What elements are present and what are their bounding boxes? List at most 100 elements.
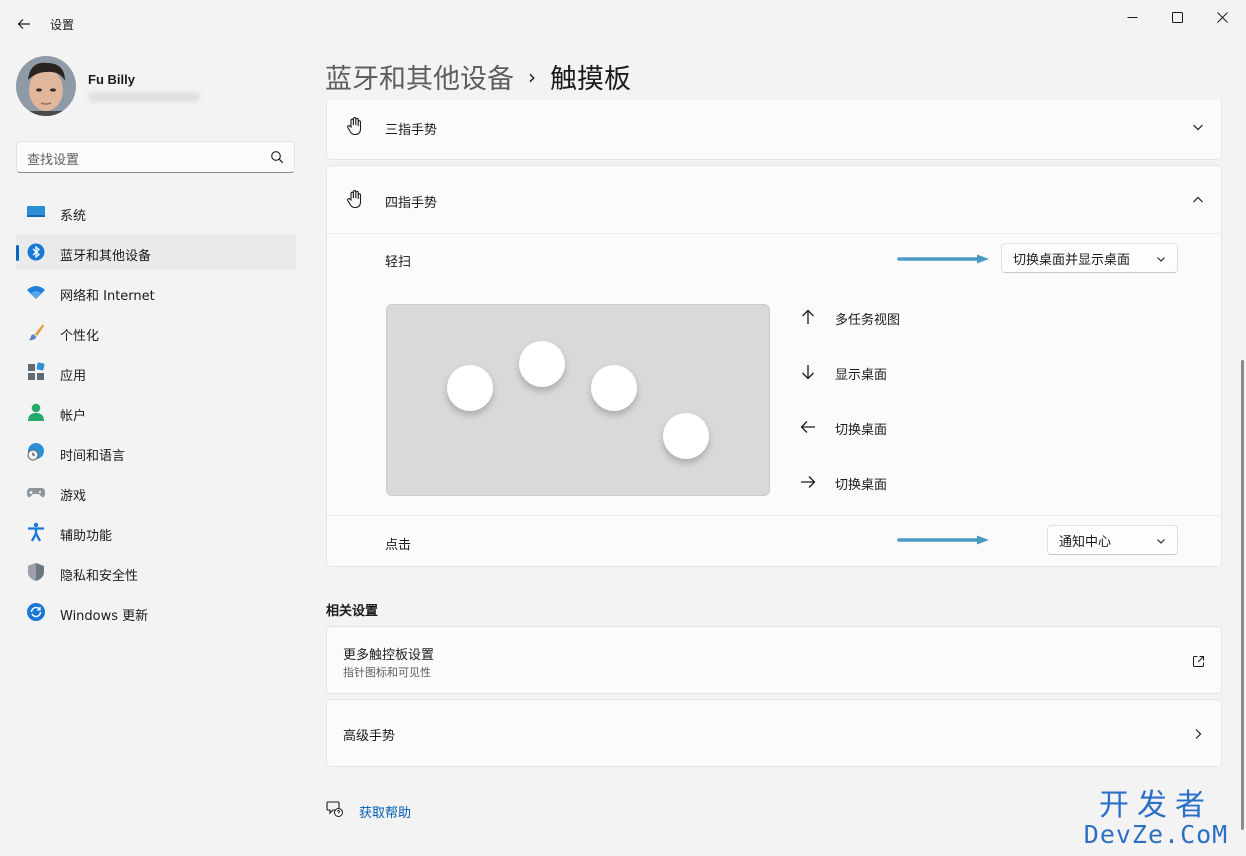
sidebar-item-windows-update[interactable]: Windows 更新 xyxy=(16,594,296,630)
gesture-down: 显示桌面 xyxy=(799,362,887,383)
gesture-down-label: 显示桌面 xyxy=(835,368,888,383)
hand-icon xyxy=(345,189,365,209)
page-title: 触摸板 xyxy=(550,64,631,95)
accessibility-icon xyxy=(26,522,46,542)
paintbrush-icon xyxy=(26,322,46,342)
shield-icon xyxy=(26,562,46,582)
four-finger-header[interactable]: 四指手势 xyxy=(327,166,1221,233)
sidebar-item-label: Windows 更新 xyxy=(60,609,149,624)
sidebar-item-label: 蓝牙和其他设备 xyxy=(60,249,152,264)
close-icon xyxy=(1216,11,1228,23)
sidebar-item-label: 时间和语言 xyxy=(60,449,126,464)
scrollbar[interactable] xyxy=(1241,360,1244,830)
gesture-right: 切换桌面 xyxy=(799,472,887,493)
minimize-icon xyxy=(1127,16,1137,18)
gesture-left: 切换桌面 xyxy=(799,417,887,438)
finger-dot xyxy=(591,365,637,411)
arrow-right-icon xyxy=(799,473,817,491)
watermark: 开发者 DevZe.CoM xyxy=(1076,790,1236,848)
sidebar-item-accessibility[interactable]: 辅助功能 xyxy=(16,514,296,550)
four-finger-label: 四指手势 xyxy=(385,196,438,211)
sidebar-item-bluetooth[interactable]: 蓝牙和其他设备 xyxy=(16,234,296,270)
arrow-down-icon xyxy=(799,363,817,381)
three-finger-gestures-card[interactable]: 三指手势 xyxy=(326,100,1222,160)
sidebar-item-label: 个性化 xyxy=(60,329,100,344)
tap-dropdown-value: 通知中心 xyxy=(1059,534,1112,550)
sidebar-item-accounts[interactable]: 帐户 xyxy=(16,394,296,430)
update-icon xyxy=(26,602,46,622)
swipe-dropdown[interactable]: 切换桌面并显示桌面 xyxy=(1001,243,1178,273)
chevron-down-icon xyxy=(1157,539,1165,544)
person-icon xyxy=(26,402,46,422)
breadcrumb-separator: › xyxy=(528,64,536,89)
annotation-arrow xyxy=(897,254,989,264)
finger-dot xyxy=(663,413,709,459)
breadcrumb-parent[interactable]: 蓝牙和其他设备 xyxy=(325,57,514,96)
annotation-arrow xyxy=(897,535,989,545)
more-touchpad-settings-link[interactable]: 更多触控板设置 指针图标和可见性 xyxy=(326,626,1222,694)
sidebar-item-label: 系统 xyxy=(60,209,87,224)
search-icon[interactable] xyxy=(270,150,284,164)
gesture-right-label: 切换桌面 xyxy=(835,478,888,493)
three-finger-label: 三指手势 xyxy=(385,123,438,138)
swipe-dropdown-value: 切换桌面并显示桌面 xyxy=(1013,252,1131,268)
divider xyxy=(327,233,1221,234)
hand-icon xyxy=(345,116,365,136)
maximize-button[interactable] xyxy=(1159,6,1195,28)
sidebar-item-apps[interactable]: 应用 xyxy=(16,354,296,390)
user-email-blurred xyxy=(88,92,200,102)
user-name: Fu Billy xyxy=(88,72,135,87)
user-profile[interactable]: Fu Billy xyxy=(16,56,296,118)
sidebar-nav: 系统 蓝牙和其他设备 网络和 Internet 个性化 应用 帐户 时间和语言 … xyxy=(16,194,296,634)
chevron-down-icon xyxy=(1157,257,1165,262)
gamepad-icon xyxy=(26,482,46,502)
minimize-button[interactable] xyxy=(1114,6,1150,28)
tap-dropdown[interactable]: 通知中心 xyxy=(1047,525,1178,555)
sidebar-item-system[interactable]: 系统 xyxy=(16,194,296,230)
wifi-icon xyxy=(26,282,46,302)
back-button[interactable] xyxy=(12,12,36,36)
get-help-link[interactable]: 获取帮助 xyxy=(326,800,411,821)
help-chat-icon xyxy=(326,801,343,817)
sidebar-item-personalization[interactable]: 个性化 xyxy=(16,314,296,350)
search-input[interactable]: 查找设置 xyxy=(27,149,79,168)
sidebar-item-label: 帐户 xyxy=(60,409,87,424)
sidebar-item-label: 网络和 Internet xyxy=(60,289,155,304)
more-touchpad-subtitle: 指针图标和可见性 xyxy=(343,666,431,679)
globe-clock-icon xyxy=(26,442,46,462)
close-button[interactable] xyxy=(1204,6,1240,28)
sidebar-item-network[interactable]: 网络和 Internet xyxy=(16,274,296,310)
finger-dot xyxy=(447,365,493,411)
sidebar-item-time-language[interactable]: 时间和语言 xyxy=(16,434,296,470)
divider xyxy=(327,515,1221,516)
chevron-right-icon xyxy=(1191,727,1205,741)
bluetooth-icon xyxy=(26,242,46,262)
sidebar-item-label: 隐私和安全性 xyxy=(60,569,139,584)
related-settings-title: 相关设置 xyxy=(326,604,379,619)
monitor-icon xyxy=(26,202,46,222)
open-external-icon xyxy=(1191,654,1205,668)
gesture-left-label: 切换桌面 xyxy=(835,423,888,438)
sidebar-item-privacy[interactable]: 隐私和安全性 xyxy=(16,554,296,590)
app-title: 设置 xyxy=(50,18,75,32)
breadcrumb: 蓝牙和其他设备 › 触摸板 xyxy=(325,57,631,96)
title-bar: 设置 xyxy=(0,0,1246,46)
finger-dot xyxy=(519,341,565,387)
sidebar-item-gaming[interactable]: 游戏 xyxy=(16,474,296,510)
chevron-up-icon[interactable] xyxy=(1191,193,1205,207)
arrow-left-icon xyxy=(17,19,30,29)
touchpad-illustration xyxy=(386,304,770,496)
sidebar-item-label: 应用 xyxy=(60,369,87,384)
four-finger-gestures-card: 四指手势 轻扫 切换桌面并显示桌面 多任务视图 显示桌面 切换桌面 切换桌面 点… xyxy=(326,165,1222,567)
arrow-left-icon xyxy=(799,418,817,436)
advanced-gestures-link[interactable]: 高级手势 xyxy=(326,699,1222,767)
swipe-label: 轻扫 xyxy=(385,255,412,270)
search-box[interactable]: 查找设置 xyxy=(16,141,295,173)
watermark-en: DevZe.CoM xyxy=(1083,820,1229,849)
sidebar-item-label: 游戏 xyxy=(60,489,87,504)
get-help-label[interactable]: 获取帮助 xyxy=(359,802,411,821)
apps-icon xyxy=(26,362,46,382)
arrow-up-icon xyxy=(799,308,817,326)
advanced-gestures-title: 高级手势 xyxy=(343,729,396,744)
chevron-down-icon[interactable] xyxy=(1191,120,1205,134)
